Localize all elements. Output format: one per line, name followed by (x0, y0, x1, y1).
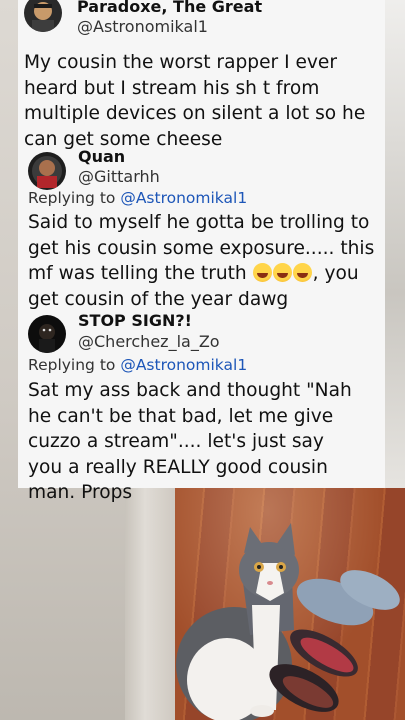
replying-to-label: Replying to (28, 356, 116, 374)
replying-to-mention[interactable]: @Astronomikal1 (120, 189, 247, 207)
slipper-brown (269, 664, 339, 712)
replying-to-line: Replying to @Astronomikal1 (28, 356, 247, 374)
laughing-crying-emoji-icon (292, 263, 312, 282)
original-post: Paradoxe, The Great @Astronomikal1 My co… (18, 0, 385, 154)
laughing-crying-emoji-icon (272, 263, 292, 282)
post-body: Said to myself he gotta be trolling to g… (28, 210, 378, 312)
user-handle[interactable]: @Astronomikal1 (77, 17, 208, 36)
avatar[interactable] (28, 152, 66, 190)
display-name[interactable]: Paradoxe, The Great (77, 0, 262, 16)
display-name[interactable]: Quan (78, 147, 125, 166)
reply-post-stop-sign: STOP SIGN?! @Cherchez_la_Zo Replying to … (18, 311, 385, 503)
background-door-frame (125, 488, 175, 720)
user-handle[interactable]: @Cherchez_la_Zo (78, 332, 220, 351)
replying-to-line: Replying to @Astronomikal1 (28, 189, 247, 207)
tweet-thread-card: Paradoxe, The Great @Astronomikal1 My co… (18, 0, 385, 503)
replying-to-label: Replying to (28, 189, 116, 207)
background-window (385, 0, 405, 488)
post-body: Sat my ass back and thought "Nah he can'… (28, 380, 352, 503)
laughing-crying-emoji-icon (252, 263, 272, 282)
reply-post-quan: Quan @Gittarhh Replying to @Astronomikal… (18, 147, 385, 318)
user-handle[interactable]: @Gittarhh (78, 167, 160, 186)
avatar-image-icon (24, 0, 62, 32)
avatar-image-icon (28, 315, 66, 353)
avatar-image-icon (28, 152, 66, 190)
avatar[interactable] (24, 0, 62, 32)
replying-to-mention[interactable]: @Astronomikal1 (120, 356, 247, 374)
post-body: My cousin the worst rapper I ever heard … (24, 52, 366, 150)
avatar[interactable] (28, 315, 66, 353)
display-name[interactable]: STOP SIGN?! (78, 311, 192, 330)
